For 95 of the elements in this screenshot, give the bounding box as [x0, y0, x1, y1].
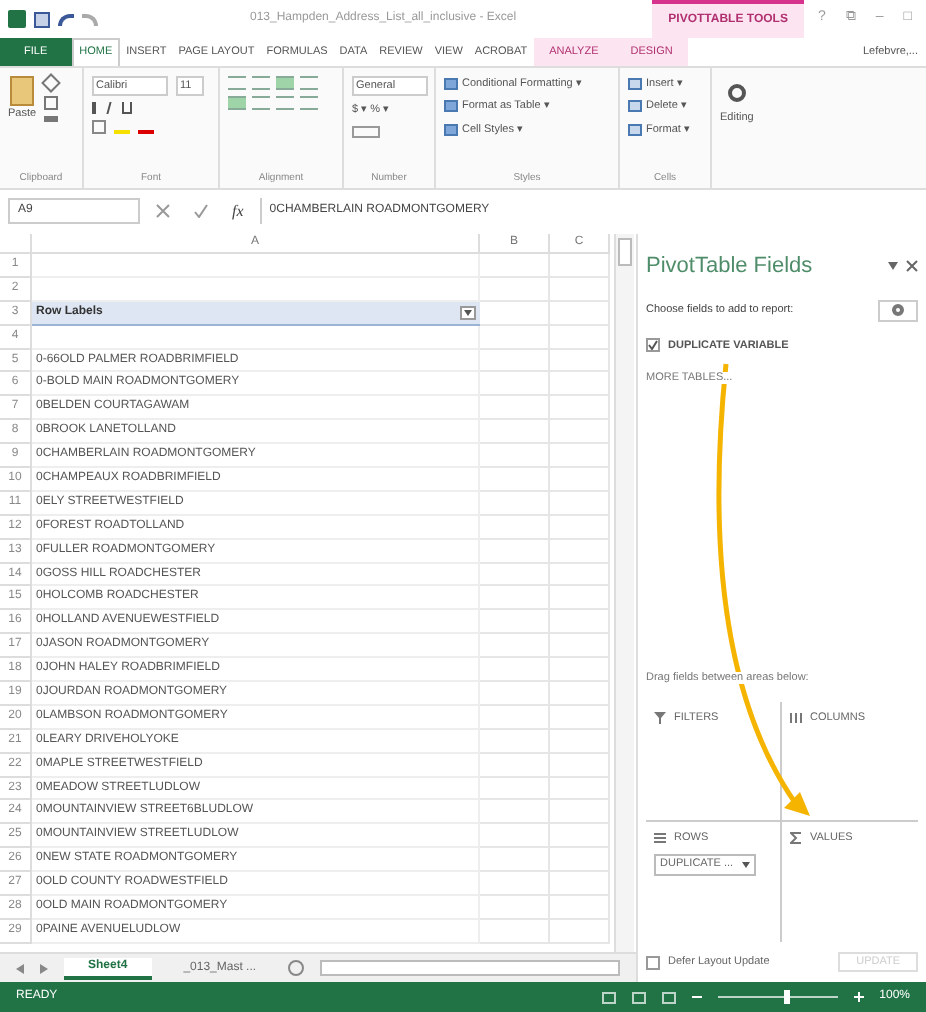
empty-cell[interactable] [480, 610, 550, 635]
empty-cell[interactable] [480, 824, 550, 849]
empty-cell[interactable] [550, 872, 610, 897]
redo-icon[interactable] [82, 13, 98, 25]
excel-logo-icon [8, 10, 26, 28]
empty-cell[interactable] [480, 705, 550, 730]
empty-cell[interactable] [480, 396, 550, 421]
empty-cell[interactable] [480, 563, 550, 587]
settings-button[interactable] [878, 299, 918, 321]
add-sheet-icon[interactable] [288, 960, 305, 976]
empty-cell[interactable] [480, 753, 550, 778]
empty-cell[interactable] [480, 254, 550, 278]
page-layout-view-icon[interactable] [631, 991, 646, 1003]
empty-cell[interactable] [550, 824, 610, 849]
empty-cell[interactable] [480, 444, 550, 469]
insert-function-button[interactable]: fx [224, 199, 252, 223]
scroll-left-icon[interactable] [16, 963, 24, 973]
empty-cell[interactable] [550, 515, 610, 540]
underline-icon[interactable] [122, 102, 132, 115]
select-all-corner[interactable] [0, 234, 32, 254]
empty-cell[interactable] [550, 777, 610, 801]
empty-cell[interactable] [550, 444, 610, 469]
empty-cell[interactable] [550, 800, 610, 825]
cancel-icon[interactable] [156, 204, 170, 218]
save-icon[interactable] [34, 11, 50, 27]
close-icon[interactable] [906, 260, 918, 273]
empty-cell[interactable] [550, 705, 610, 730]
empty-cell[interactable] [550, 396, 610, 421]
empty-cell[interactable] [480, 777, 550, 801]
empty-cell[interactable] [550, 491, 610, 516]
empty-cell[interactable] [550, 586, 610, 611]
empty-cell[interactable] [550, 301, 610, 326]
empty-cell[interactable] [550, 254, 610, 278]
enter-icon[interactable] [194, 204, 208, 218]
paste-icon [10, 76, 35, 106]
empty-cell[interactable] [480, 491, 550, 516]
pane-title: PivotTable Fields [646, 252, 813, 282]
empty-cell[interactable] [480, 896, 550, 920]
empty-cell[interactable] [480, 848, 550, 873]
empty-cell[interactable] [480, 539, 550, 564]
empty-cell[interactable] [550, 610, 610, 635]
empty-cell[interactable] [550, 563, 610, 587]
empty-cell[interactable] [550, 420, 610, 445]
empty-cell[interactable] [480, 325, 550, 350]
empty-cell[interactable] [550, 277, 610, 302]
empty-cell[interactable] [480, 658, 550, 683]
field-checkbox[interactable] [646, 338, 660, 353]
empty-cell[interactable] [550, 848, 610, 873]
normal-view-icon[interactable] [601, 991, 616, 1003]
empty-cell[interactable] [550, 896, 610, 920]
undo-icon[interactable] [58, 13, 74, 25]
caret-icon[interactable] [742, 861, 750, 868]
copy-icon[interactable] [44, 96, 59, 110]
page-break-view-icon[interactable] [661, 991, 676, 1003]
empty-cell[interactable] [550, 634, 610, 659]
empty-cell[interactable] [480, 349, 550, 373]
filter-dropdown-button[interactable] [460, 305, 476, 320]
empty-cell[interactable] [480, 634, 550, 659]
empty-cell[interactable] [550, 325, 610, 350]
defer-checkbox[interactable] [646, 955, 660, 969]
zoom-out-icon[interactable] [691, 992, 702, 1002]
empty-cell[interactable] [550, 349, 610, 373]
sigma-icon [790, 832, 802, 845]
empty-cell[interactable] [480, 468, 550, 492]
rows-icon [654, 832, 666, 845]
settings-icon [892, 304, 904, 316]
scroll-right-icon[interactable] [40, 963, 48, 973]
columns-icon [790, 712, 802, 725]
empty-cell[interactable] [480, 277, 550, 302]
borders-icon[interactable] [92, 120, 106, 135]
empty-cell[interactable] [550, 468, 610, 492]
empty-cell[interactable] [480, 515, 550, 540]
pane-options-icon[interactable] [888, 262, 898, 271]
horizontal-scrollbar[interactable] [320, 960, 620, 976]
filter-icon [654, 712, 666, 725]
empty-cell[interactable] [550, 919, 610, 944]
empty-cell[interactable] [480, 919, 550, 944]
empty-cell[interactable] [550, 372, 610, 397]
empty-cell[interactable] [32, 325, 480, 350]
empty-cell[interactable] [32, 254, 480, 278]
zoom-thumb[interactable] [783, 990, 790, 1004]
zoom-in-icon[interactable] [853, 992, 864, 1002]
empty-cell[interactable] [480, 729, 550, 754]
empty-cell[interactable] [480, 682, 550, 706]
empty-cell[interactable] [550, 682, 610, 706]
empty-cell[interactable] [480, 420, 550, 445]
empty-cell[interactable] [550, 658, 610, 683]
empty-cell[interactable] [550, 729, 610, 754]
empty-cell[interactable] [480, 872, 550, 897]
vertical-scrollbar[interactable] [614, 234, 634, 952]
empty-cell[interactable] [480, 586, 550, 611]
empty-cell[interactable] [480, 800, 550, 825]
empty-cell[interactable] [550, 753, 610, 778]
empty-cell[interactable] [550, 539, 610, 564]
empty-cell[interactable] [480, 372, 550, 397]
